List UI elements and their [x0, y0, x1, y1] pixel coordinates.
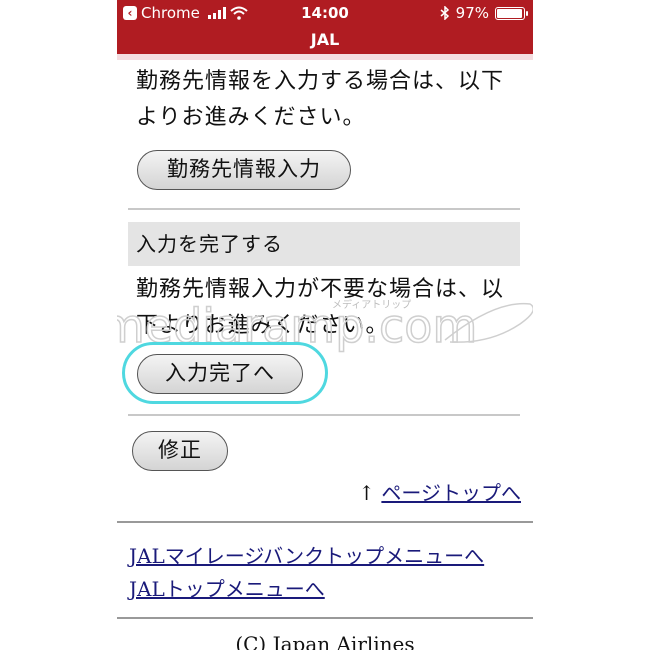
divider: [117, 521, 533, 523]
battery-percent: 97%: [455, 4, 489, 22]
divider: [128, 414, 520, 416]
page-title: JAL: [117, 28, 533, 54]
jal-top-menu-link[interactable]: JALトップメニューへ: [129, 573, 325, 602]
copyright: (C) Japan Airlines: [235, 632, 415, 650]
status-right: 97%: [440, 4, 528, 22]
bluetooth-icon: [440, 6, 449, 20]
divider: [117, 617, 533, 619]
mileage-bank-top-link[interactable]: JALマイレージバンクトップメニューへ: [129, 540, 484, 569]
work-info-description: 勤務先情報を入力する場合は、以下 よりお進みください。: [136, 69, 505, 130]
complete-input-button[interactable]: 入力完了へ: [137, 354, 303, 394]
phone-screen: ‹ Chrome 14:00 97% JAL 勤務先情報を入力する場合は、以下 …: [117, 0, 533, 650]
complete-description: 勤務先情報入力が不要な場合は、以 下よりお進みください。: [136, 277, 505, 338]
page-top-row: ↑ ページトップへ: [358, 477, 521, 506]
work-info-input-button[interactable]: 勤務先情報入力: [137, 150, 351, 190]
divider: [128, 208, 520, 210]
battery-icon: [495, 6, 528, 20]
page-top-link[interactable]: ページトップへ: [381, 481, 521, 505]
complete-section-heading: 入力を完了する: [128, 222, 520, 266]
edit-button[interactable]: 修正: [132, 431, 228, 471]
status-bar: ‹ Chrome 14:00 97%: [117, 0, 533, 28]
up-arrow-icon: ↑: [358, 481, 376, 505]
header-strip: [117, 54, 533, 60]
